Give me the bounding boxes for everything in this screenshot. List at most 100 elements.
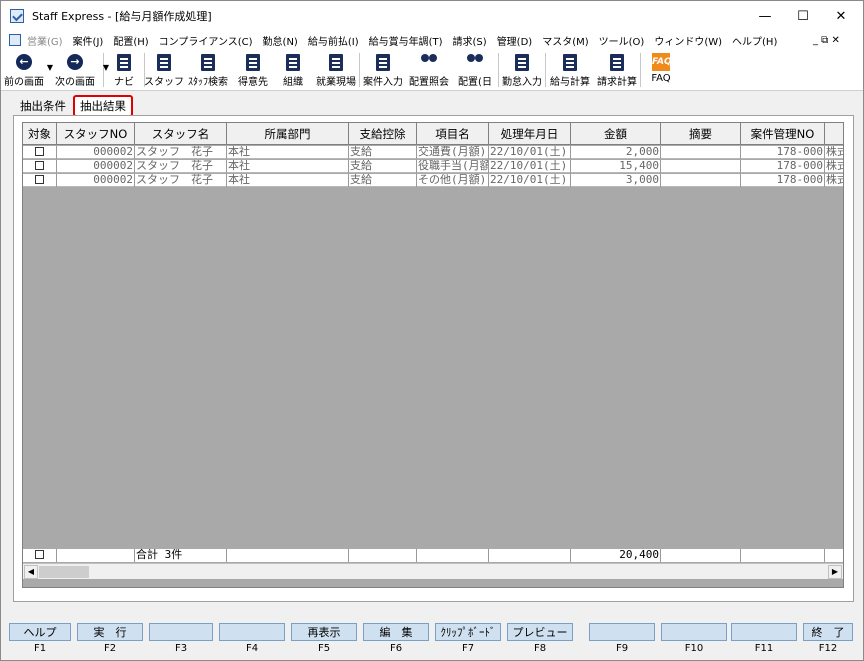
fkey-label: F12 xyxy=(818,643,838,654)
toolbar-button-billing-calc[interactable]: 請求計算 xyxy=(594,49,640,91)
menu-item-12[interactable]: ヘルプ(H) xyxy=(732,33,777,48)
toolbar-button-faq[interactable]: FAQ FAQ xyxy=(641,49,681,91)
menu-item-1[interactable]: 案件(J) xyxy=(73,33,104,48)
customer-icon xyxy=(244,53,262,71)
table-row[interactable]: 000002 スタッフ 花子 本社 支給 その他(月額) 22/10/01(土) 3,000… xyxy=(23,174,843,187)
menu-item-11[interactable]: ウィンドウ(W) xyxy=(654,33,722,48)
table-row[interactable]: 000002 スタッフ 花子 本社 支給 交通費(月額) 22/10/01(土) 2,000… xyxy=(23,146,843,159)
cell: 支給 xyxy=(349,174,417,187)
attendance-entry-icon xyxy=(513,53,531,71)
footer-cell xyxy=(57,549,135,562)
fkey-button-f11[interactable] xyxy=(731,623,797,641)
case-entry-icon xyxy=(374,53,392,71)
toolbar-button-customer[interactable]: 得意先 xyxy=(233,49,273,91)
fkey-label: F3 xyxy=(174,643,188,654)
footer-cell xyxy=(489,549,571,562)
menu-item-3[interactable]: コンプライアンス(C) xyxy=(159,33,253,48)
placement-day-icon xyxy=(466,53,484,71)
fkey-button-f2[interactable]: 実 行 xyxy=(77,623,143,641)
toolbar-button-placement-inquiry[interactable]: 配置照会 xyxy=(406,49,452,91)
checkbox[interactable] xyxy=(35,550,44,559)
menu-item-10[interactable]: ツール(O) xyxy=(599,33,645,48)
menu-item-7[interactable]: 請求(S) xyxy=(453,33,487,48)
cell: 000002 xyxy=(57,160,135,173)
toolbar-button-case-entry[interactable]: 案件入力 xyxy=(360,49,406,91)
arrow-left-icon: ← xyxy=(15,53,33,71)
horizontal-scrollbar[interactable]: ◀ ▶ xyxy=(23,563,843,579)
mdi-window-controls[interactable]: _ ⧉ ✕ xyxy=(813,31,840,49)
toolbar-label: ｽﾀｯﾌ検索 xyxy=(188,77,228,88)
tab-extraction-results[interactable]: 抽出結果 xyxy=(73,95,133,117)
cell: 000002 xyxy=(57,146,135,159)
cell: スタッフ 花子 xyxy=(135,160,227,173)
toolbar-button-placement-day[interactable]: 配置(日 xyxy=(452,49,498,91)
placement-inquiry-icon xyxy=(420,53,438,71)
cell xyxy=(661,146,741,159)
scroll-right-icon[interactable]: ▶ xyxy=(828,565,842,579)
navi-icon xyxy=(115,53,133,71)
toolbar-button-arrow-left[interactable]: ← 前の画面 ▼ xyxy=(1,49,53,91)
scroll-thumb[interactable] xyxy=(39,566,89,578)
fkey-button-f7[interactable]: ｸﾘｯﾌﾟﾎﾞｰﾄﾞ xyxy=(435,623,501,641)
row-select-checkbox[interactable] xyxy=(23,146,57,159)
toolbar-label: スタッフ xyxy=(144,77,184,88)
cell: 本社 xyxy=(227,174,349,187)
footer-cell xyxy=(741,549,825,562)
fkey-button-f3[interactable] xyxy=(149,623,213,641)
scroll-left-icon[interactable]: ◀ xyxy=(24,565,38,579)
menu-item-8[interactable]: 管理(D) xyxy=(497,33,533,48)
checkbox[interactable] xyxy=(35,175,44,184)
menu-item-6[interactable]: 給与賞与年調(T) xyxy=(369,33,443,48)
fkey-button-f12[interactable]: 終 了 xyxy=(803,623,853,641)
toolbar-button-organization[interactable]: 組織 xyxy=(273,49,313,91)
table-row[interactable]: 000002スタッフ 花子本社支給役職手当(月額)22/10/01(土)15,4… xyxy=(23,160,843,173)
window-title: Staff Express - [給与月額作成処理] xyxy=(32,10,212,23)
cell: 15,400 xyxy=(571,160,661,173)
close-button[interactable]: ✕ xyxy=(819,1,863,31)
fkey-button-f5[interactable]: 再表示 xyxy=(291,623,357,641)
menu-item-5[interactable]: 給与前払(I) xyxy=(308,33,359,48)
cell: 支給 xyxy=(349,146,417,159)
toolbar-button-payroll-calc[interactable]: 給与計算 xyxy=(546,49,594,91)
checkbox[interactable] xyxy=(35,161,44,170)
row-select-checkbox[interactable] xyxy=(23,174,57,187)
menu-item-4[interactable]: 勤怠(N) xyxy=(263,33,298,48)
menu-item-2[interactable]: 配置(H) xyxy=(113,33,148,48)
fkey-label: F11 xyxy=(754,643,774,654)
fkey-button-f4[interactable] xyxy=(219,623,285,641)
payroll-calc-icon xyxy=(561,53,579,71)
toolbar-button-attendance-entry[interactable]: 勤怠入力 xyxy=(499,49,545,91)
fkey-button-f1[interactable]: ヘルプ xyxy=(9,623,71,641)
tab-extraction-conditions[interactable]: 抽出条件 xyxy=(13,95,73,117)
toolbar-label: 組織 xyxy=(283,77,303,88)
fkey-label: F5 xyxy=(317,643,331,654)
cell: 22/10/01(土) xyxy=(489,160,571,173)
cell xyxy=(661,174,741,187)
fkey-button-f9[interactable] xyxy=(589,623,655,641)
toolbar-button-arrow-right[interactable]: → 次の画面 ▼ xyxy=(47,49,109,91)
total-count: 合計 3件 xyxy=(135,549,227,562)
fkey-label: F4 xyxy=(245,643,259,654)
toolbar-button-worksite[interactable]: 就業現場 xyxy=(313,49,359,91)
toolbar-button-navi[interactable]: ナビ xyxy=(104,49,144,91)
cell: その他(月額) xyxy=(417,174,489,187)
cell: スタッフ 花子 xyxy=(135,174,227,187)
toolbar-button-staff[interactable]: スタッフ xyxy=(144,49,184,91)
footer-cell xyxy=(825,549,843,562)
fkey-button-f8[interactable]: プレビュー xyxy=(507,623,573,641)
fkey-button-f10[interactable] xyxy=(661,623,727,641)
app-window: Staff Express - [給与月額作成処理] — ☐ ✕ 営業(G) 案件… xyxy=(0,0,864,661)
footer-cell xyxy=(661,549,741,562)
row-select-checkbox[interactable] xyxy=(23,160,57,173)
app-logo-icon xyxy=(10,9,24,23)
checkbox[interactable] xyxy=(35,147,44,156)
fkey-button-f6[interactable]: 編 集 xyxy=(363,623,429,641)
cell: 178-000 xyxy=(741,174,825,187)
staff-search-icon xyxy=(199,53,217,71)
menu-item-0[interactable]: 営業(G) xyxy=(27,33,63,48)
toolbar-button-staff-search[interactable]: ｽﾀｯﾌ検索 xyxy=(183,49,233,91)
mdi-child-icon[interactable] xyxy=(9,34,21,46)
fkey-label: F6 xyxy=(389,643,403,654)
menu-item-9[interactable]: マスタ(M) xyxy=(542,33,588,48)
cell: 本社 xyxy=(227,146,349,159)
